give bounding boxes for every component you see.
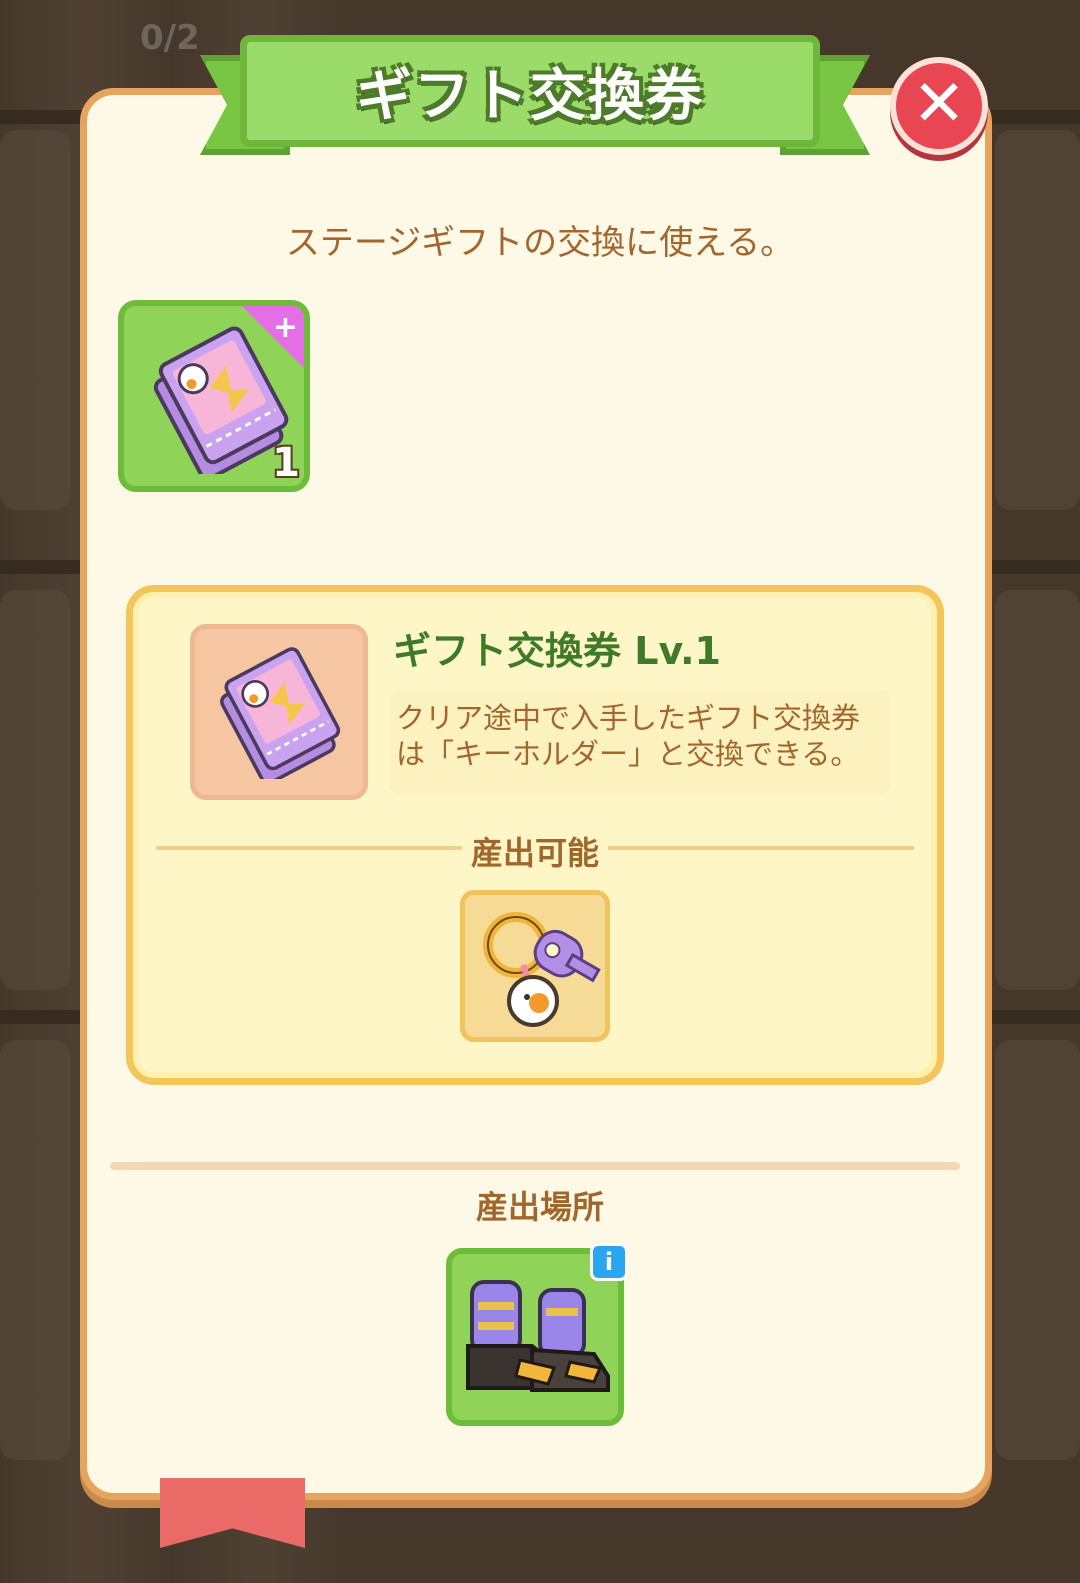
- dialog-subtitle: ステージギフトの交換に使える。: [285, 223, 795, 263]
- gift-ticket-icon: [220, 647, 341, 779]
- keychain-icon: [483, 912, 601, 1027]
- dialog-title: ギフト交換券: [356, 63, 704, 129]
- close-button[interactable]: ✕: [890, 57, 988, 155]
- title-ribbon: ギフト交換券: [240, 35, 820, 147]
- output-item-slot[interactable]: [460, 890, 610, 1042]
- close-icon: ✕: [912, 67, 966, 141]
- divider-right: [608, 846, 914, 850]
- boots-icon: [466, 1280, 610, 1392]
- source-label: 産出場所: [475, 1188, 604, 1226]
- output-label: 産出可能: [470, 834, 599, 872]
- owned-item-slot[interactable]: + 1: [118, 300, 310, 492]
- item-title: ギフト交換券 Lv.1: [393, 629, 721, 673]
- description-line: クリア途中で入手したギフト交換券: [396, 701, 861, 735]
- plus-icon[interactable]: +: [273, 310, 298, 345]
- info-icon[interactable]: i: [590, 1243, 628, 1281]
- item-description: クリア途中で入手したギフト交換券 は「キーホルダー」と交換できる。: [396, 700, 896, 772]
- description-line: は「キーホルダー」と交換できる。: [396, 737, 860, 771]
- source-divider: [110, 1162, 960, 1170]
- divider-left: [156, 846, 462, 850]
- item-count: 1: [272, 440, 300, 486]
- item-thumbnail: [190, 624, 368, 800]
